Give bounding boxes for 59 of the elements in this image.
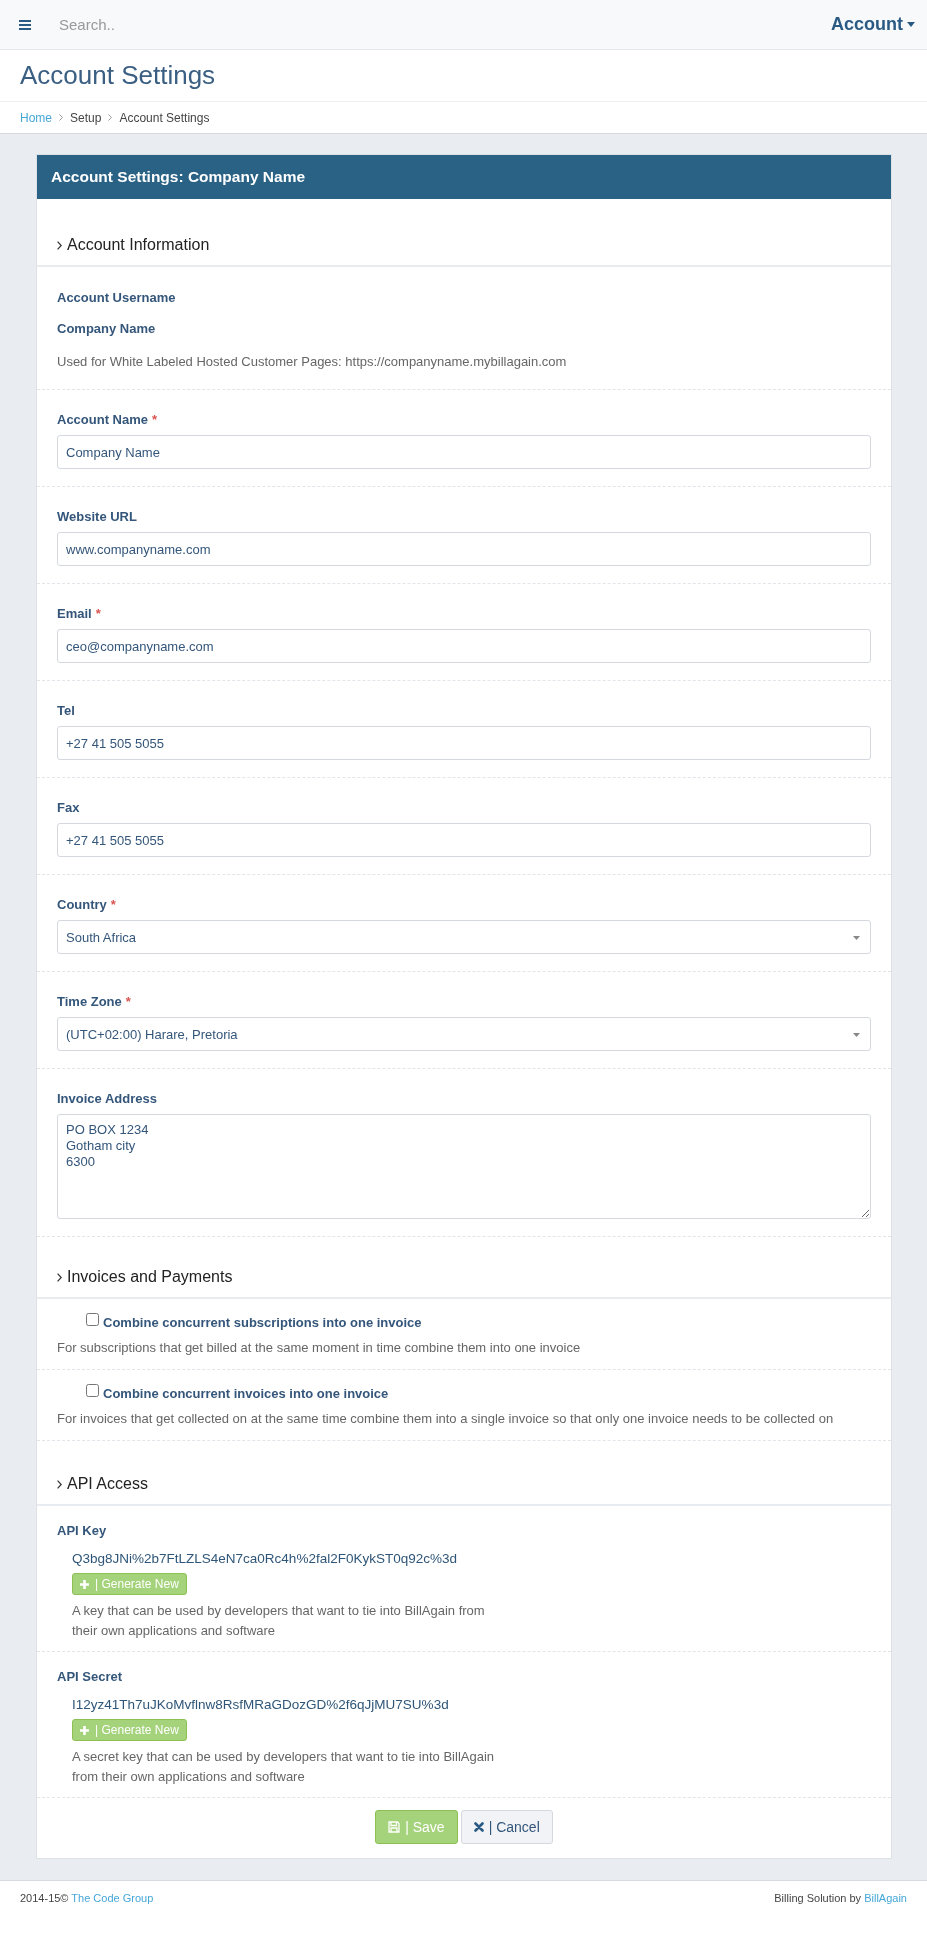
- card-title: Account Settings: Company Name: [51, 168, 306, 186]
- cancel-button[interactable]: | Cancel: [460, 1810, 553, 1844]
- dropdown[interactable]: (UTC+02:00) Harare, Pretoria: [57, 1017, 871, 1051]
- caret-icon: [853, 936, 860, 940]
- chevron-icon: [57, 1272, 62, 1282]
- input-field[interactable]: +27 41 505 5055: [57, 726, 871, 760]
- option-description: For invoices that get collected on at the same time combine them into a single invoice so that only one invoice needs to be collected on: [57, 1410, 835, 1428]
- info-label: Company Name: [57, 320, 157, 338]
- input-field[interactable]: Company Name: [57, 435, 871, 469]
- page-title: Account Settings: [20, 60, 216, 91]
- section-heading: Invoices and Payments: [67, 1267, 233, 1287]
- checkbox[interactable]: [86, 1383, 99, 1397]
- field-label: API Key: [57, 1522, 108, 1540]
- search-field[interactable]: Search..: [59, 16, 359, 33]
- checkbox[interactable]: [86, 1312, 99, 1326]
- field-label: Account Name: [57, 412, 149, 427]
- required-mark: *: [152, 412, 158, 427]
- textarea-field[interactable]: PO BOX 1234 Gotham city 6300: [57, 1114, 871, 1219]
- menu-icon[interactable]: [19, 19, 31, 30]
- info-label: Account Username: [57, 289, 177, 307]
- dropdown[interactable]: South Africa: [57, 920, 871, 954]
- caret-icon: [853, 1033, 860, 1037]
- required-mark: *: [125, 994, 131, 1009]
- field-label: Website URL: [57, 509, 137, 524]
- field-label: API Secret: [57, 1668, 124, 1686]
- chevron-icon: [57, 240, 62, 250]
- plus-icon: [80, 1725, 89, 1735]
- info-note: Used for White Labeled Hosted Customer Pages: https://companyname.mybillagain.com: [57, 353, 568, 371]
- checkbox-label: Combine concurrent subscriptions into one invoice: [103, 1314, 422, 1330]
- required-mark: *: [110, 897, 116, 912]
- api-key-value: I12yz41Th7uJKoMvflnw8RsfMRaGDozGD%2f6qJjMU7SU%3d: [72, 1696, 450, 1714]
- breadcrumb-item: Account Settings: [119, 110, 210, 125]
- plus-icon: [80, 1579, 89, 1589]
- section-heading: Account Information: [67, 235, 210, 255]
- chevron-icon: [59, 114, 63, 121]
- key-description: A secret key that can be used by developers that want to tie into BillAgain from their own applications and software: [72, 1748, 496, 1786]
- account-menu[interactable]: Account: [831, 14, 915, 35]
- option-description: For subscriptions that get billed at the same moment in time combine them into one invoice: [57, 1339, 582, 1357]
- checkbox-label: Combine concurrent invoices into one invoice: [103, 1385, 389, 1401]
- api-key-value: Q3bg8JNi%2b7FtLZLS4eN7ca0Rc4h%2fal2F0KykST0q92c%3d: [72, 1550, 458, 1568]
- field-label: Time Zone: [57, 994, 122, 1009]
- caret-icon: [907, 22, 915, 27]
- copyright-text: 2014-15©: [20, 1892, 69, 1904]
- field-label: Country: [57, 897, 107, 912]
- field-label: Fax: [57, 800, 80, 815]
- required-mark: *: [95, 606, 101, 621]
- input-field[interactable]: www.companyname.com: [57, 532, 871, 566]
- field-label: Email: [57, 606, 92, 621]
- chevron-icon: [57, 1479, 62, 1489]
- input-field[interactable]: ceo@companyname.com: [57, 629, 871, 663]
- input-field[interactable]: +27 41 505 5055: [57, 823, 871, 857]
- close-icon: [473, 1822, 484, 1832]
- field-label: Tel: [57, 703, 75, 718]
- key-description: A key that can be used by developers that want to tie into BillAgain from their own applications and software: [72, 1602, 486, 1640]
- breadcrumb-item: Setup: [70, 110, 102, 125]
- chevron-icon: [108, 114, 113, 121]
- field-label: Invoice Address: [57, 1091, 157, 1106]
- credit-text: Billing Solution by: [774, 1892, 862, 1904]
- section-heading: API Access: [67, 1474, 148, 1494]
